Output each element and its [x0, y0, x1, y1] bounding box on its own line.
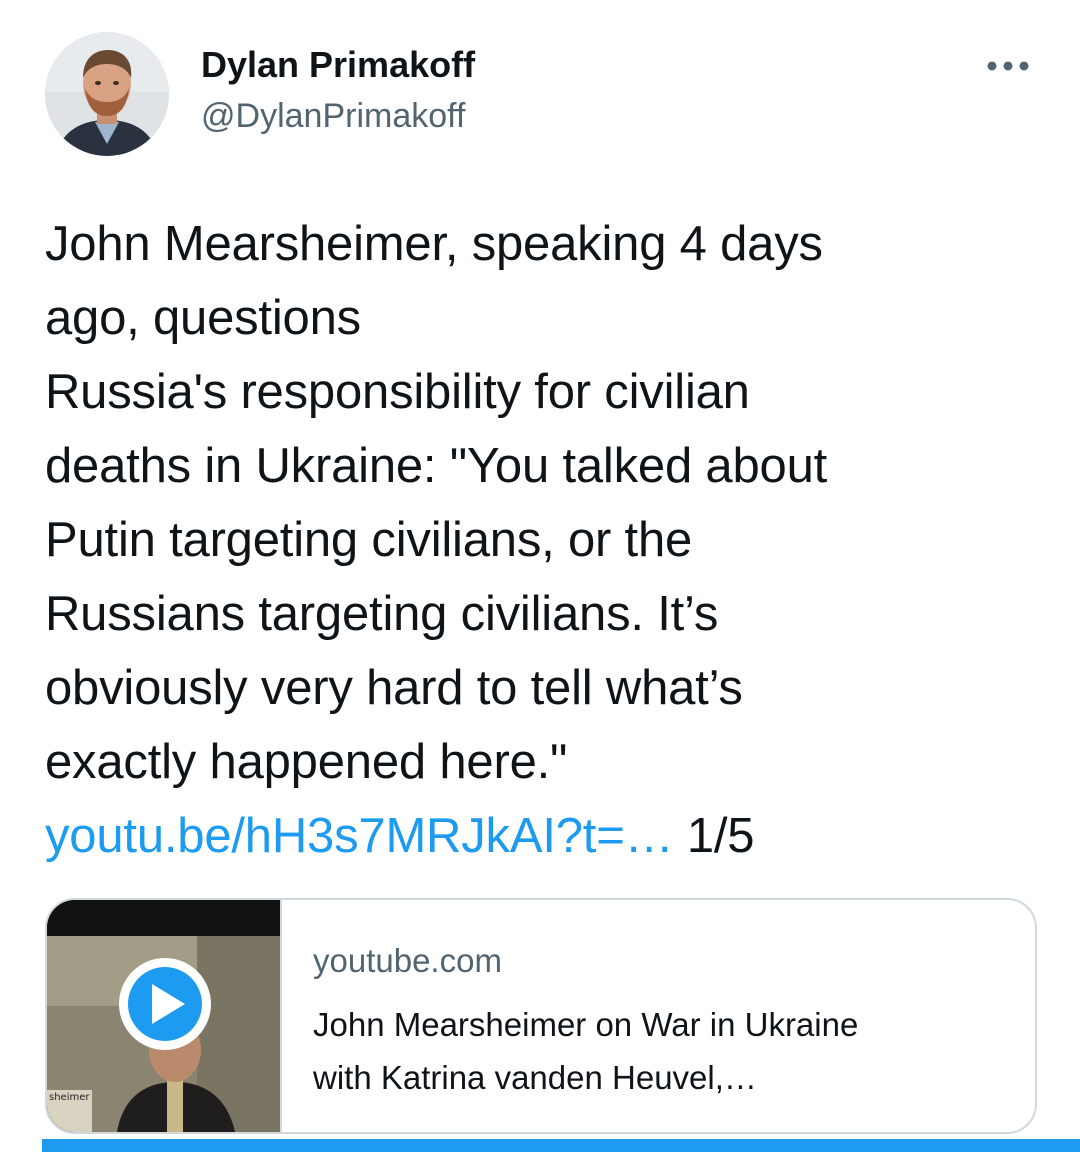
- tweet-text-line: exactly happened here.": [45, 735, 568, 789]
- video-thumbnail-image: sheimer: [47, 900, 280, 1132]
- thumbnail-caption: sheimer: [49, 1092, 90, 1103]
- avatar-image: [45, 32, 169, 156]
- tweet-text-line: ago, questions: [45, 291, 361, 345]
- thread-counter: 1/5: [686, 809, 755, 863]
- card-title-line: John Mearsheimer on War in Ukraine: [313, 1006, 859, 1043]
- tweet-link[interactable]: youtu.be/hH3s7MRJkAI?t=…: [45, 809, 674, 863]
- author-handle[interactable]: @DylanPrimakoff: [201, 97, 465, 136]
- author-display-name[interactable]: Dylan Primakoff: [201, 44, 475, 86]
- card-title: John Mearsheimer on War in Ukraine with …: [313, 998, 1003, 1104]
- bottom-accent-bar: [42, 1139, 1080, 1152]
- tweet-text-line: Russians targeting civilians. It’s: [45, 587, 719, 641]
- more-horizontal-icon: [987, 61, 1029, 71]
- tweet-text: John Mearsheimer, speaking 4 days ago, q…: [45, 207, 1055, 873]
- card-domain: youtube.com: [313, 942, 502, 979]
- link-preview-card[interactable]: sheimer youtube.com John Mearsheimer on …: [45, 898, 1037, 1134]
- card-title-line: with Katrina vanden Heuvel,…: [313, 1059, 757, 1096]
- tweet-text-line: Russia's responsibility for civilian: [45, 365, 750, 419]
- tweet-text-line: deaths in Ukraine: "You talked about: [45, 439, 828, 493]
- tweet-text-line: John Mearsheimer, speaking 4 days: [45, 217, 823, 271]
- avatar[interactable]: [45, 32, 169, 156]
- card-thumbnail[interactable]: sheimer: [47, 900, 282, 1132]
- tweet-text-line: Putin targeting civilians, or the: [45, 513, 693, 567]
- tweet-text-line: obviously very hard to tell what’s: [45, 661, 743, 715]
- tweet-link-line: youtu.be/hH3s7MRJkAI?t=… 1/5: [45, 799, 1055, 873]
- more-options-button[interactable]: [982, 48, 1034, 84]
